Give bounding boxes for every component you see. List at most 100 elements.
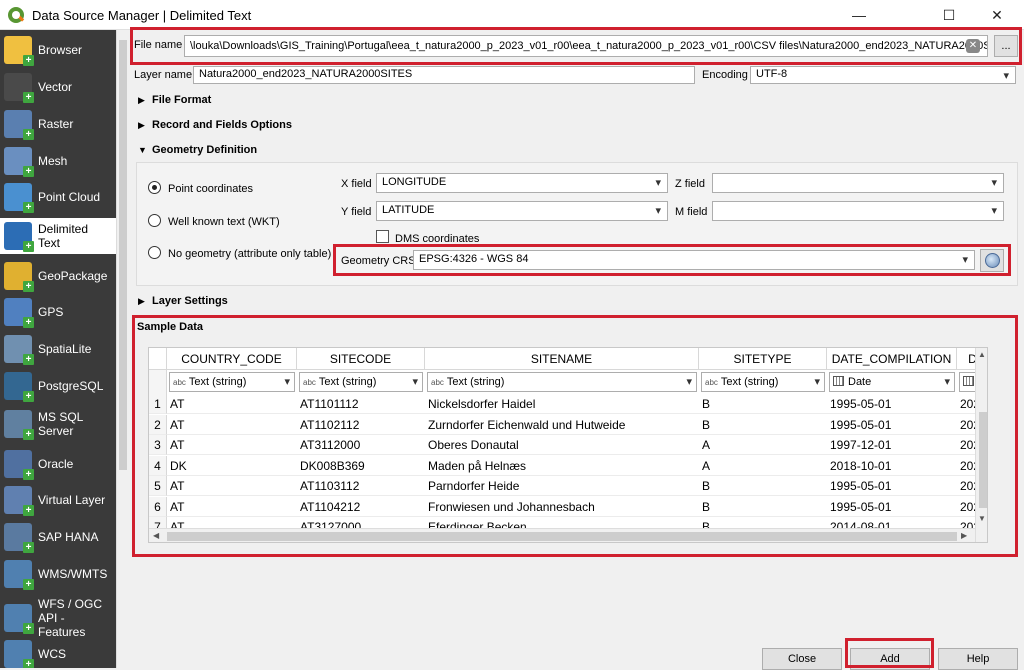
column-type-select[interactable]: Date xyxy=(829,372,955,392)
sidebar-item[interactable]: + Delimited Text xyxy=(0,218,116,254)
table-cell[interactable]: B xyxy=(699,497,827,517)
add-plus-icon: + xyxy=(23,281,34,292)
column-header[interactable]: SITECODE xyxy=(297,348,425,370)
table-cell[interactable]: Parndorfer Heide xyxy=(425,476,699,496)
table-cell[interactable]: AT xyxy=(167,435,297,455)
table-cell[interactable]: DK xyxy=(167,456,297,476)
table-cell[interactable]: AT3112000 xyxy=(297,435,425,455)
point-coordinates-radio[interactable] xyxy=(148,181,161,194)
sidebar-item[interactable]: + Raster xyxy=(0,106,116,142)
column-header[interactable]: SITENAME xyxy=(425,348,699,370)
row-number[interactable]: 1 xyxy=(149,394,167,414)
table-cell[interactable]: AT1101112 xyxy=(297,394,425,414)
table-cell[interactable]: Oberes Donautal xyxy=(425,435,699,455)
column-header[interactable]: SITETYPE xyxy=(699,348,827,370)
dms-checkbox[interactable] xyxy=(376,230,389,243)
table-cell[interactable]: AT xyxy=(167,394,297,414)
table-cell[interactable]: AT1102112 xyxy=(297,415,425,435)
sidebar-item[interactable]: + GPS xyxy=(0,294,116,330)
crs-select[interactable]: EPSG:4326 - WGS 84 xyxy=(413,250,975,270)
collapse-arrow-icon: ▼ xyxy=(138,145,147,155)
table-cell[interactable]: Zurndorfer Eichenwald und Hutweide xyxy=(425,415,699,435)
table-cell[interactable]: 1997-12-01 xyxy=(827,435,957,455)
sidebar-item[interactable]: + Mesh xyxy=(0,143,116,179)
wkt-radio[interactable] xyxy=(148,214,161,227)
table-cell[interactable]: B xyxy=(699,394,827,414)
table-cell[interactable]: AT1104212 xyxy=(297,497,425,517)
close-window-button[interactable]: ✕ xyxy=(974,0,1020,30)
table-cell[interactable]: AT xyxy=(167,476,297,496)
sidebar-item[interactable]: + SAP HANA xyxy=(0,519,116,555)
sample-data-table[interactable]: COUNTRY_CODE SITECODE SITENAME SITETYPE … xyxy=(148,347,988,543)
mssql-icon: + xyxy=(4,410,34,440)
table-cell[interactable]: 2018-10-01 xyxy=(827,456,957,476)
crs-selector-button[interactable] xyxy=(980,249,1004,272)
table-cell[interactable]: A xyxy=(699,435,827,455)
column-header[interactable]: DATE_COMPILATION xyxy=(827,348,957,370)
table-cell[interactable]: A xyxy=(699,456,827,476)
sidebar-item[interactable]: + Virtual Layer xyxy=(0,482,116,518)
scroll-up-icon[interactable]: ▲ xyxy=(978,350,986,359)
sidebar-item[interactable]: + WCS xyxy=(0,636,116,668)
add-button[interactable]: Add xyxy=(850,648,930,670)
minimize-button[interactable]: — xyxy=(836,0,882,30)
no-geometry-radio[interactable] xyxy=(148,246,161,259)
table-cell[interactable]: AT xyxy=(167,497,297,517)
row-number[interactable]: 6 xyxy=(149,496,167,517)
row-number[interactable]: 5 xyxy=(149,476,167,496)
table-cell[interactable]: Maden på Helnæs xyxy=(425,456,699,476)
sidebar-item[interactable]: + GeoPackage xyxy=(0,258,116,294)
sidebar-item[interactable]: + Browser xyxy=(0,32,116,68)
close-button[interactable]: Close xyxy=(762,648,842,670)
table-hscroll-thumb[interactable] xyxy=(167,532,957,541)
column-type-select[interactable]: abc Text (string) xyxy=(169,372,295,392)
column-type-select[interactable]: abc Text (string) xyxy=(299,372,423,392)
scroll-down-icon[interactable]: ▼ xyxy=(978,514,986,523)
y-field-select[interactable]: LATITUDE xyxy=(376,201,668,221)
table-cell[interactable]: 1995-05-01 xyxy=(827,497,957,517)
row-number[interactable]: 4 xyxy=(149,455,167,476)
browse-button[interactable]: ... xyxy=(994,35,1018,57)
row-number[interactable]: 2 xyxy=(149,414,167,435)
column-header[interactable]: COUNTRY_CODE xyxy=(167,348,297,370)
table-vertical-scrollbar[interactable]: ▲ ▼ xyxy=(975,348,987,542)
row-number[interactable]: 3 xyxy=(149,435,167,455)
x-field-select[interactable]: LONGITUDE xyxy=(376,173,668,193)
sidebar-item[interactable]: + SpatiaLite xyxy=(0,331,116,367)
column-type-select[interactable]: abc Text (string) xyxy=(427,372,697,392)
table-cell[interactable]: 1995-05-01 xyxy=(827,476,957,496)
sidebar-item[interactable]: + Vector xyxy=(0,69,116,105)
scroll-left-icon[interactable]: ◀ xyxy=(153,531,159,540)
sidebar-item[interactable]: + WMS/WMTS xyxy=(0,556,116,592)
table-cell[interactable]: B xyxy=(699,415,827,435)
geometry-section[interactable]: ▼ Geometry Definition xyxy=(138,144,257,156)
sidebar-item[interactable]: + PostgreSQL xyxy=(0,368,116,404)
z-field-select[interactable] xyxy=(712,173,1004,193)
encoding-select[interactable]: UTF-8 xyxy=(750,66,1016,84)
table-cell[interactable]: 1995-05-01 xyxy=(827,415,957,435)
table-cell[interactable]: DK008B369 xyxy=(297,456,425,476)
column-type-select[interactable]: abc Text (string) xyxy=(701,372,825,392)
table-cell[interactable]: Nickelsdorfer Haidel xyxy=(425,394,699,414)
scroll-right-icon[interactable]: ▶ xyxy=(961,531,967,540)
table-cell[interactable]: B xyxy=(699,476,827,496)
table-cell[interactable]: Fronwiesen und Johannesbach xyxy=(425,497,699,517)
sidebar-scroll-thumb[interactable] xyxy=(119,40,127,470)
sidebar-item[interactable]: + Point Cloud xyxy=(0,179,116,215)
layer-settings-section[interactable]: ▶ Layer Settings xyxy=(138,295,228,307)
table-cell[interactable]: 1995-05-01 xyxy=(827,394,957,414)
sidebar-item[interactable]: + MS SQL Server xyxy=(0,406,116,442)
table-horizontal-scrollbar[interactable]: ◀ ▶ xyxy=(149,528,975,542)
m-field-select[interactable] xyxy=(712,201,1004,221)
table-cell[interactable]: AT xyxy=(167,415,297,435)
maximize-button[interactable]: ☐ xyxy=(926,0,972,30)
help-button[interactable]: Help xyxy=(938,648,1018,670)
table-vscroll-thumb[interactable] xyxy=(979,412,987,508)
table-cell[interactable]: AT1103112 xyxy=(297,476,425,496)
file-path-input[interactable]: \louka\Downloads\GIS_Training\Portugal\e… xyxy=(184,35,988,57)
file-format-section[interactable]: ▶ File Format xyxy=(138,94,211,106)
sidebar-item[interactable]: + Oracle xyxy=(0,446,116,482)
layer-name-input[interactable]: Natura2000_end2023_NATURA2000SITES xyxy=(193,66,695,84)
clear-icon[interactable]: ✕ xyxy=(966,39,980,53)
record-fields-section[interactable]: ▶ Record and Fields Options xyxy=(138,119,292,131)
